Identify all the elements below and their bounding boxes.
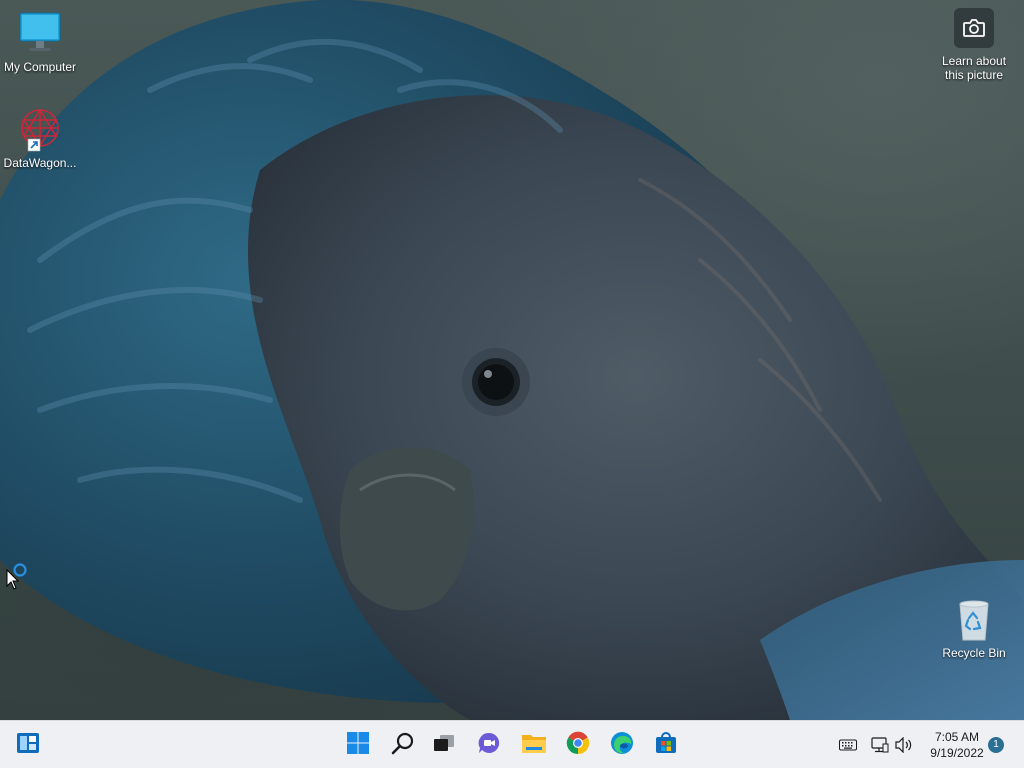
desktop-icon-label: DataWagon...	[3, 156, 77, 170]
search-button[interactable]	[385, 727, 421, 763]
store-icon	[654, 731, 678, 760]
chrome-button[interactable]	[560, 727, 596, 763]
recycle-bin-icon	[950, 596, 998, 644]
datawagon-icon	[16, 106, 64, 154]
edge-icon	[610, 731, 634, 760]
desktop-icon-datawagon[interactable]: DataWagon...	[0, 106, 80, 170]
chat-button[interactable]	[471, 727, 507, 763]
store-button[interactable]	[648, 727, 684, 763]
learn-about-line2: this picture	[944, 68, 1004, 82]
search-icon	[391, 731, 415, 760]
edge-button[interactable]	[604, 727, 640, 763]
desktop-icon-label: My Computer	[3, 60, 77, 74]
folder-icon	[521, 731, 547, 760]
windows-start-icon	[346, 731, 370, 760]
start-button[interactable]	[340, 727, 376, 763]
desktop-wallpaper	[0, 0, 1024, 720]
clock[interactable]: 7:05 AM 9/19/2022	[920, 729, 994, 761]
notification-badge[interactable]: 1	[988, 737, 1004, 753]
cockatoo-wallpaper-image	[0, 0, 1024, 720]
keyboard-icon[interactable]	[838, 735, 858, 755]
learn-about-this-picture[interactable]: Learn about this picture	[934, 8, 1014, 82]
busy-cursor	[6, 562, 32, 590]
task-view-icon	[432, 731, 456, 760]
learn-about-line1: Learn about	[941, 54, 1007, 68]
taskbar: 7:05 AM 9/19/2022 1	[0, 720, 1024, 768]
network-icon[interactable]	[870, 735, 890, 755]
desktop-icon-recycle-bin[interactable]: Recycle Bin	[934, 596, 1014, 660]
clock-date: 9/19/2022	[930, 746, 984, 760]
volume-icon[interactable]	[894, 735, 914, 755]
chrome-icon	[566, 731, 590, 760]
task-view-button[interactable]	[426, 727, 462, 763]
chat-icon	[477, 731, 501, 760]
clock-time: 7:05 AM	[934, 730, 980, 744]
widgets-button[interactable]	[10, 727, 46, 763]
desktop-icon-label: Recycle Bin	[942, 646, 1006, 660]
desktop-icon-my-computer[interactable]: My Computer	[0, 10, 80, 74]
file-explorer-button[interactable]	[516, 727, 552, 763]
widgets-icon	[16, 731, 40, 760]
camera-icon	[954, 8, 994, 48]
monitor-icon	[16, 10, 64, 58]
